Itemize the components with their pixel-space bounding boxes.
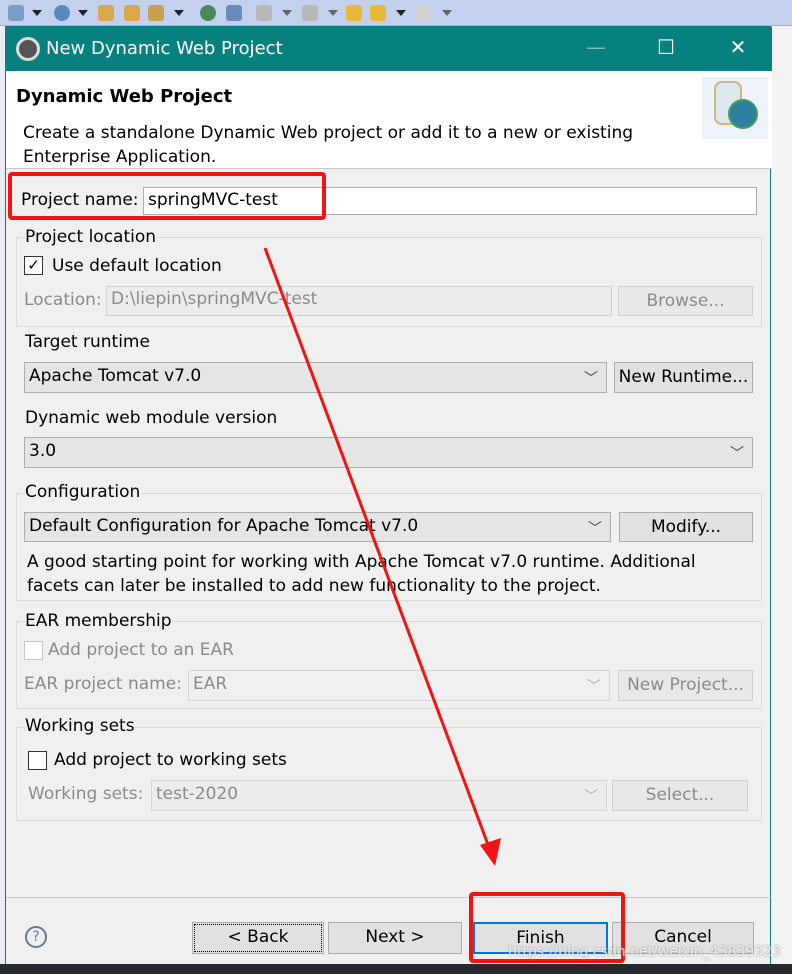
- annotation-arrow: [263, 247, 501, 866]
- watermark: https://blog.csdn.net/weixin_43839323: [508, 944, 782, 960]
- taskbar: [0, 964, 792, 974]
